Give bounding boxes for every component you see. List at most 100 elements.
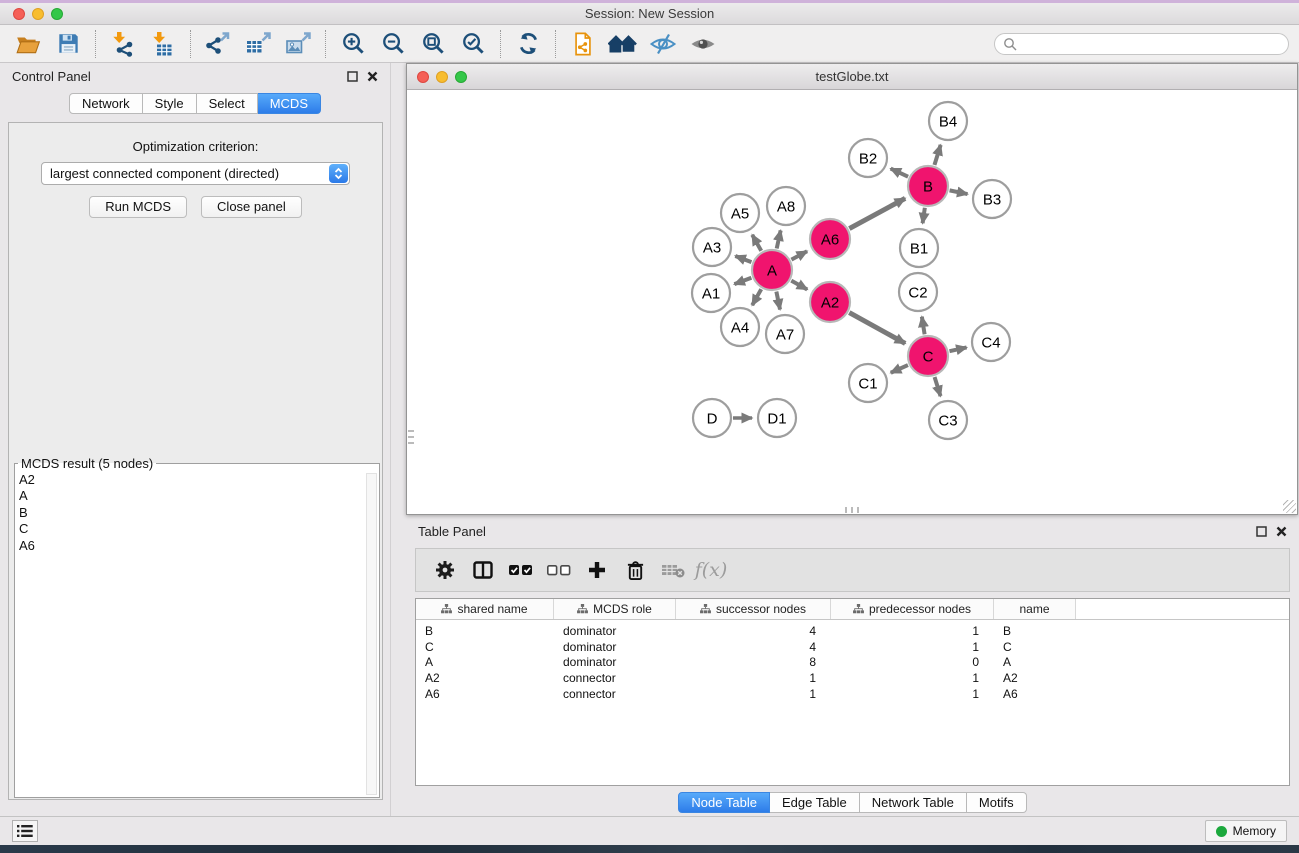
graph-node-A4[interactable]: A4: [721, 308, 759, 346]
run-mcds-button[interactable]: Run MCDS: [89, 196, 187, 218]
zoom-selected-button[interactable]: [453, 28, 493, 60]
window-resize-grip[interactable]: [1283, 500, 1296, 513]
graph-node-A6[interactable]: A6: [810, 219, 850, 259]
graph-edge-C-C2[interactable]: [922, 317, 925, 335]
minimize-window-button[interactable]: [32, 8, 44, 20]
columns-button[interactable]: [464, 550, 502, 590]
graph-edge-A6-B[interactable]: [849, 198, 905, 228]
mcds-result-item[interactable]: B: [19, 505, 379, 521]
file-network-button[interactable]: [563, 28, 603, 60]
graph-node-A5[interactable]: A5: [721, 194, 759, 232]
delete-column-button[interactable]: [616, 550, 654, 590]
tab-network[interactable]: Network: [69, 93, 143, 114]
show-details-button[interactable]: [683, 28, 723, 60]
graph-node-B1[interactable]: B1: [900, 229, 938, 267]
network-canvas[interactable]: B4B2BB3A8A5A6A3B1AA1C2A2A4A7C4CC1C3DD1: [407, 90, 1297, 514]
graph-edge-B-B2[interactable]: [891, 169, 908, 177]
close-window-button[interactable]: [13, 8, 25, 20]
table-row[interactable]: A2connector11A2: [416, 670, 1289, 686]
graph-node-B[interactable]: B: [908, 166, 948, 206]
optimization-criterion-select[interactable]: largest connected component (directed): [41, 162, 350, 185]
graph-node-B3[interactable]: B3: [973, 180, 1011, 218]
graph-edge-A2-C[interactable]: [849, 313, 905, 344]
graph-node-C3[interactable]: C3: [929, 401, 967, 439]
graph-node-C4[interactable]: C4: [972, 323, 1010, 361]
close-panel-icon[interactable]: [367, 71, 378, 82]
refresh-layout-button[interactable]: [508, 28, 548, 60]
settings-button[interactable]: [426, 550, 464, 590]
graph-edge-A-A8[interactable]: [777, 230, 781, 248]
graph-edge-C-C1[interactable]: [891, 365, 908, 373]
memory-button[interactable]: Memory: [1205, 820, 1287, 842]
float-table-panel-icon[interactable]: [1256, 526, 1267, 537]
network-minimize-button[interactable]: [436, 71, 448, 83]
graph-edge-B-B3[interactable]: [950, 190, 968, 194]
table-row[interactable]: Adominator80A: [416, 655, 1289, 671]
graph-node-C[interactable]: C: [908, 336, 948, 376]
graph-edge-B-B1[interactable]: [923, 208, 925, 223]
graph-edge-A-A6[interactable]: [791, 251, 807, 259]
zoom-out-button[interactable]: [373, 28, 413, 60]
tab-edge-table[interactable]: Edge Table: [770, 792, 860, 813]
column-header-name[interactable]: name: [994, 599, 1076, 619]
graph-edge-A-A2[interactable]: [791, 281, 807, 290]
tab-node-table[interactable]: Node Table: [678, 792, 770, 813]
search-input[interactable]: [1022, 37, 1288, 51]
canvas-bottom-grip[interactable]: [845, 507, 861, 513]
close-panel-button[interactable]: Close panel: [201, 196, 302, 218]
graph-edge-A-A3[interactable]: [735, 256, 751, 262]
deselect-all-button[interactable]: [540, 550, 578, 590]
graph-node-D1[interactable]: D1: [758, 399, 796, 437]
graph-node-A2[interactable]: A2: [810, 282, 850, 322]
graph-node-A7[interactable]: A7: [766, 315, 804, 353]
graph-node-A3[interactable]: A3: [693, 228, 731, 266]
graph-node-A1[interactable]: A1: [692, 274, 730, 312]
graph-edge-B-B4[interactable]: [934, 145, 940, 165]
float-panel-icon[interactable]: [347, 71, 358, 82]
graph-edge-A-A7[interactable]: [776, 292, 780, 310]
column-header-MCDS-role[interactable]: MCDS role: [554, 599, 676, 619]
function-button[interactable]: f(x): [692, 550, 730, 590]
search-field[interactable]: [994, 33, 1289, 55]
table-row[interactable]: A6connector11A6: [416, 686, 1289, 702]
graph-edge-C-C4[interactable]: [949, 347, 966, 351]
save-session-button[interactable]: [48, 28, 88, 60]
graph-node-D[interactable]: D: [693, 399, 731, 437]
tab-select[interactable]: Select: [197, 93, 258, 114]
tab-network-table[interactable]: Network Table: [860, 792, 967, 813]
network-maximize-button[interactable]: [455, 71, 467, 83]
graph-node-B4[interactable]: B4: [929, 102, 967, 140]
zoom-fit-button[interactable]: [413, 28, 453, 60]
export-table-button[interactable]: [238, 28, 278, 60]
select-all-button[interactable]: [502, 550, 540, 590]
graph-node-C2[interactable]: C2: [899, 273, 937, 311]
result-list-scrollbar[interactable]: [366, 473, 377, 795]
open-session-button[interactable]: [8, 28, 48, 60]
canvas-left-grip[interactable]: [408, 430, 414, 446]
graph-edge-C-C3[interactable]: [935, 377, 941, 396]
tab-mcds[interactable]: MCDS: [258, 93, 321, 114]
home-button[interactable]: [603, 28, 643, 60]
mcds-result-item[interactable]: A: [19, 488, 379, 504]
add-column-button[interactable]: [578, 550, 616, 590]
table-row[interactable]: Cdominator41C: [416, 639, 1289, 655]
close-table-panel-icon[interactable]: [1276, 526, 1287, 537]
mcds-result-item[interactable]: A6: [19, 538, 379, 554]
tab-motifs[interactable]: Motifs: [967, 792, 1027, 813]
hide-details-button[interactable]: [643, 28, 683, 60]
mcds-result-item[interactable]: C: [19, 521, 379, 537]
delete-table-button[interactable]: [654, 550, 692, 590]
graph-node-B2[interactable]: B2: [849, 139, 887, 177]
graph-edge-A-A1[interactable]: [734, 278, 751, 284]
tab-style[interactable]: Style: [143, 93, 197, 114]
graph-node-A8[interactable]: A8: [767, 187, 805, 225]
graph-node-C1[interactable]: C1: [849, 364, 887, 402]
export-image-button[interactable]: [278, 28, 318, 60]
export-network-button[interactable]: [198, 28, 238, 60]
column-header-predecessor-nodes[interactable]: predecessor nodes: [831, 599, 994, 619]
graph-edge-A-A4[interactable]: [752, 289, 761, 305]
task-history-button[interactable]: [12, 820, 38, 842]
zoom-in-button[interactable]: [333, 28, 373, 60]
maximize-window-button[interactable]: [51, 8, 63, 20]
table-row[interactable]: Bdominator41B: [416, 623, 1289, 639]
